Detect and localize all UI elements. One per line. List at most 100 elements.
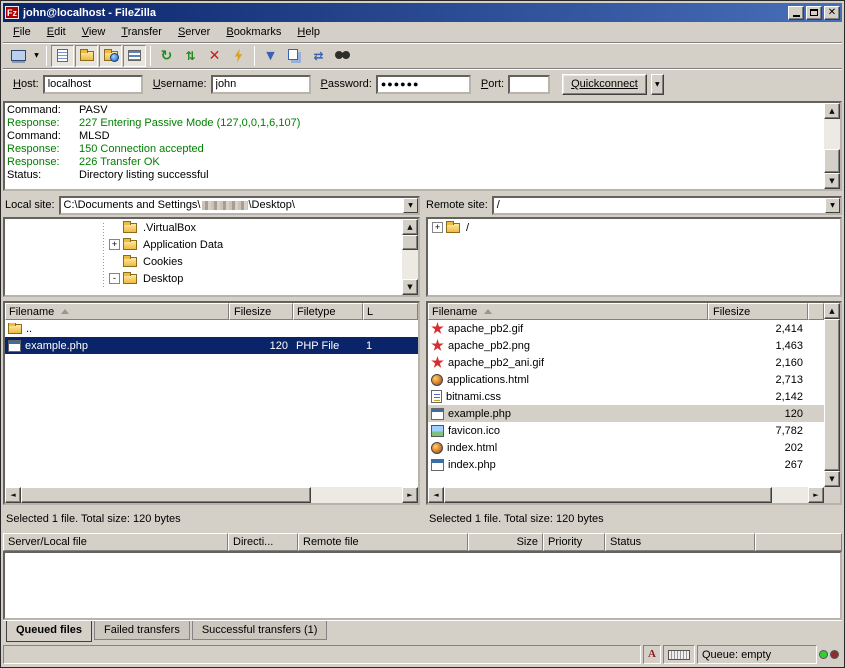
remote-list-scrollbar[interactable]: ▲ ▼ (824, 303, 840, 487)
column-header-modified[interactable]: L (363, 303, 418, 320)
menu-file[interactable]: File (5, 23, 39, 41)
site-manager-dropdown[interactable]: ▼ (31, 45, 42, 67)
file-row-example-php[interactable]: example.php120 (428, 405, 824, 422)
scroll-thumb[interactable] (402, 235, 418, 250)
tree-item-cookies[interactable]: Cookies (5, 253, 402, 270)
queue-body[interactable] (3, 551, 842, 620)
password-label: Password: (321, 78, 372, 90)
scroll-down-icon[interactable]: ▼ (402, 279, 418, 295)
file-row-parent-dir[interactable]: .. (5, 320, 418, 337)
scroll-right-icon[interactable]: ► (808, 487, 824, 503)
toggle-message-log-button[interactable] (51, 45, 74, 67)
filter-button[interactable]: ▼ (259, 45, 282, 67)
menu-transfer[interactable]: Transfer (113, 23, 170, 41)
column-header-filesize[interactable]: Filesize (229, 303, 293, 320)
port-input[interactable] (508, 75, 550, 94)
remote-list-hscrollbar[interactable]: ◄ ► (428, 487, 824, 503)
tab-queued-files[interactable]: Queued files (6, 621, 92, 642)
file-row[interactable]: apache_pb2.png1,463 (428, 337, 824, 354)
menu-server[interactable]: Server (170, 23, 218, 41)
local-list-body[interactable]: .. example.php 120 PHP File 1 (5, 320, 418, 487)
scroll-up-icon[interactable]: ▲ (824, 103, 840, 119)
file-row[interactable]: apache_pb2.gif2,414 (428, 320, 824, 337)
cancel-button[interactable]: ✕ (203, 45, 226, 67)
scroll-thumb[interactable] (824, 319, 840, 471)
column-header-remote-file[interactable]: Remote file (298, 533, 468, 551)
scroll-right-icon[interactable]: ► (402, 487, 418, 503)
scroll-thumb[interactable] (21, 487, 311, 503)
scroll-track[interactable] (824, 319, 840, 471)
quickconnect-dropdown[interactable]: ▼ (651, 74, 664, 95)
tree-item-label: / (464, 222, 469, 234)
tree-item-virtualbox[interactable]: .VirtualBox (5, 219, 402, 236)
password-input[interactable] (376, 75, 471, 94)
scroll-thumb[interactable] (824, 149, 840, 173)
scroll-down-icon[interactable]: ▼ (824, 173, 840, 189)
column-header-server-local-file[interactable]: Server/Local file (3, 533, 228, 551)
column-header-priority[interactable]: Priority (543, 533, 605, 551)
remote-directory-tree[interactable]: + / (426, 217, 842, 297)
process-queue-button[interactable]: ⇅ (179, 45, 202, 67)
column-header-filetype[interactable]: Filetype (293, 303, 363, 320)
local-site-combo[interactable]: C:\Documents and Settings\\Desktop\ ▼ (59, 196, 420, 215)
directory-comparison-button[interactable] (283, 45, 306, 67)
file-row[interactable]: apache_pb2_ani.gif2,160 (428, 354, 824, 371)
file-row-example-php[interactable]: example.php 120 PHP File 1 (5, 337, 418, 354)
menu-bookmarks[interactable]: Bookmarks (218, 23, 289, 41)
file-row[interactable]: index.html202 (428, 439, 824, 456)
local-directory-tree[interactable]: .VirtualBox + Application Data Cookies -… (3, 217, 420, 297)
scroll-track[interactable] (824, 119, 840, 173)
toggle-local-tree-button[interactable] (75, 45, 98, 67)
tree-item-application-data[interactable]: + Application Data (5, 236, 402, 253)
scroll-left-icon[interactable]: ◄ (428, 487, 444, 503)
scroll-track[interactable] (21, 487, 402, 503)
menu-help[interactable]: Help (289, 23, 328, 41)
tab-successful-transfers[interactable]: Successful transfers (1) (192, 621, 328, 640)
host-input[interactable] (43, 75, 143, 94)
minimize-button[interactable] (788, 6, 804, 20)
scroll-track[interactable] (402, 235, 418, 279)
collapse-icon[interactable]: - (109, 273, 120, 284)
refresh-button[interactable]: ↻ (155, 45, 178, 67)
tree-item-desktop[interactable]: - Desktop (5, 270, 402, 287)
file-row[interactable]: index.php267 (428, 456, 824, 473)
find-files-button[interactable] (331, 45, 354, 67)
synchronized-browsing-button[interactable]: ⇄ (307, 45, 330, 67)
scroll-down-icon[interactable]: ▼ (824, 471, 840, 487)
menu-view[interactable]: View (74, 23, 114, 41)
local-site-dropdown[interactable]: ▼ (403, 198, 418, 213)
expand-icon[interactable]: + (109, 239, 120, 250)
menu-edit[interactable]: Edit (39, 23, 74, 41)
column-header-status[interactable]: Status (605, 533, 755, 551)
log-scrollbar[interactable]: ▲ ▼ (824, 103, 840, 189)
local-list-hscrollbar[interactable]: ◄ ► (5, 487, 418, 503)
remote-site-dropdown[interactable]: ▼ (825, 198, 840, 213)
column-header-size[interactable]: Size (468, 533, 543, 551)
scroll-track[interactable] (444, 487, 808, 503)
disconnect-button[interactable] (227, 45, 250, 67)
file-row[interactable]: favicon.ico7,782 (428, 422, 824, 439)
local-tree-scrollbar[interactable]: ▲ ▼ (402, 219, 418, 295)
column-header-filesize[interactable]: Filesize (708, 303, 808, 320)
site-manager-button[interactable] (7, 45, 30, 67)
maximize-button[interactable] (806, 6, 822, 20)
column-header-filename[interactable]: Filename (5, 303, 229, 320)
scroll-thumb[interactable] (444, 487, 772, 503)
tree-item-root[interactable]: + / (428, 219, 840, 236)
file-row[interactable]: bitnami.css2,142 (428, 388, 824, 405)
column-header-direction[interactable]: Directi... (228, 533, 298, 551)
scroll-up-icon[interactable]: ▲ (402, 219, 418, 235)
scroll-up-icon[interactable]: ▲ (824, 303, 840, 319)
tab-failed-transfers[interactable]: Failed transfers (94, 621, 190, 640)
toggle-queue-button[interactable] (123, 45, 146, 67)
expand-icon[interactable]: + (432, 222, 443, 233)
remote-list-body[interactable]: apache_pb2.gif2,414 apache_pb2.png1,463 … (428, 320, 824, 487)
close-button[interactable]: ✕ (824, 6, 840, 20)
toggle-remote-tree-button[interactable] (99, 45, 122, 67)
scroll-left-icon[interactable]: ◄ (5, 487, 21, 503)
file-row[interactable]: applications.html2,713 (428, 371, 824, 388)
column-header-filename[interactable]: Filename (428, 303, 708, 320)
quickconnect-button[interactable]: Quickconnect (562, 74, 647, 95)
remote-site-combo[interactable]: / ▼ (492, 196, 842, 215)
username-input[interactable] (211, 75, 311, 94)
